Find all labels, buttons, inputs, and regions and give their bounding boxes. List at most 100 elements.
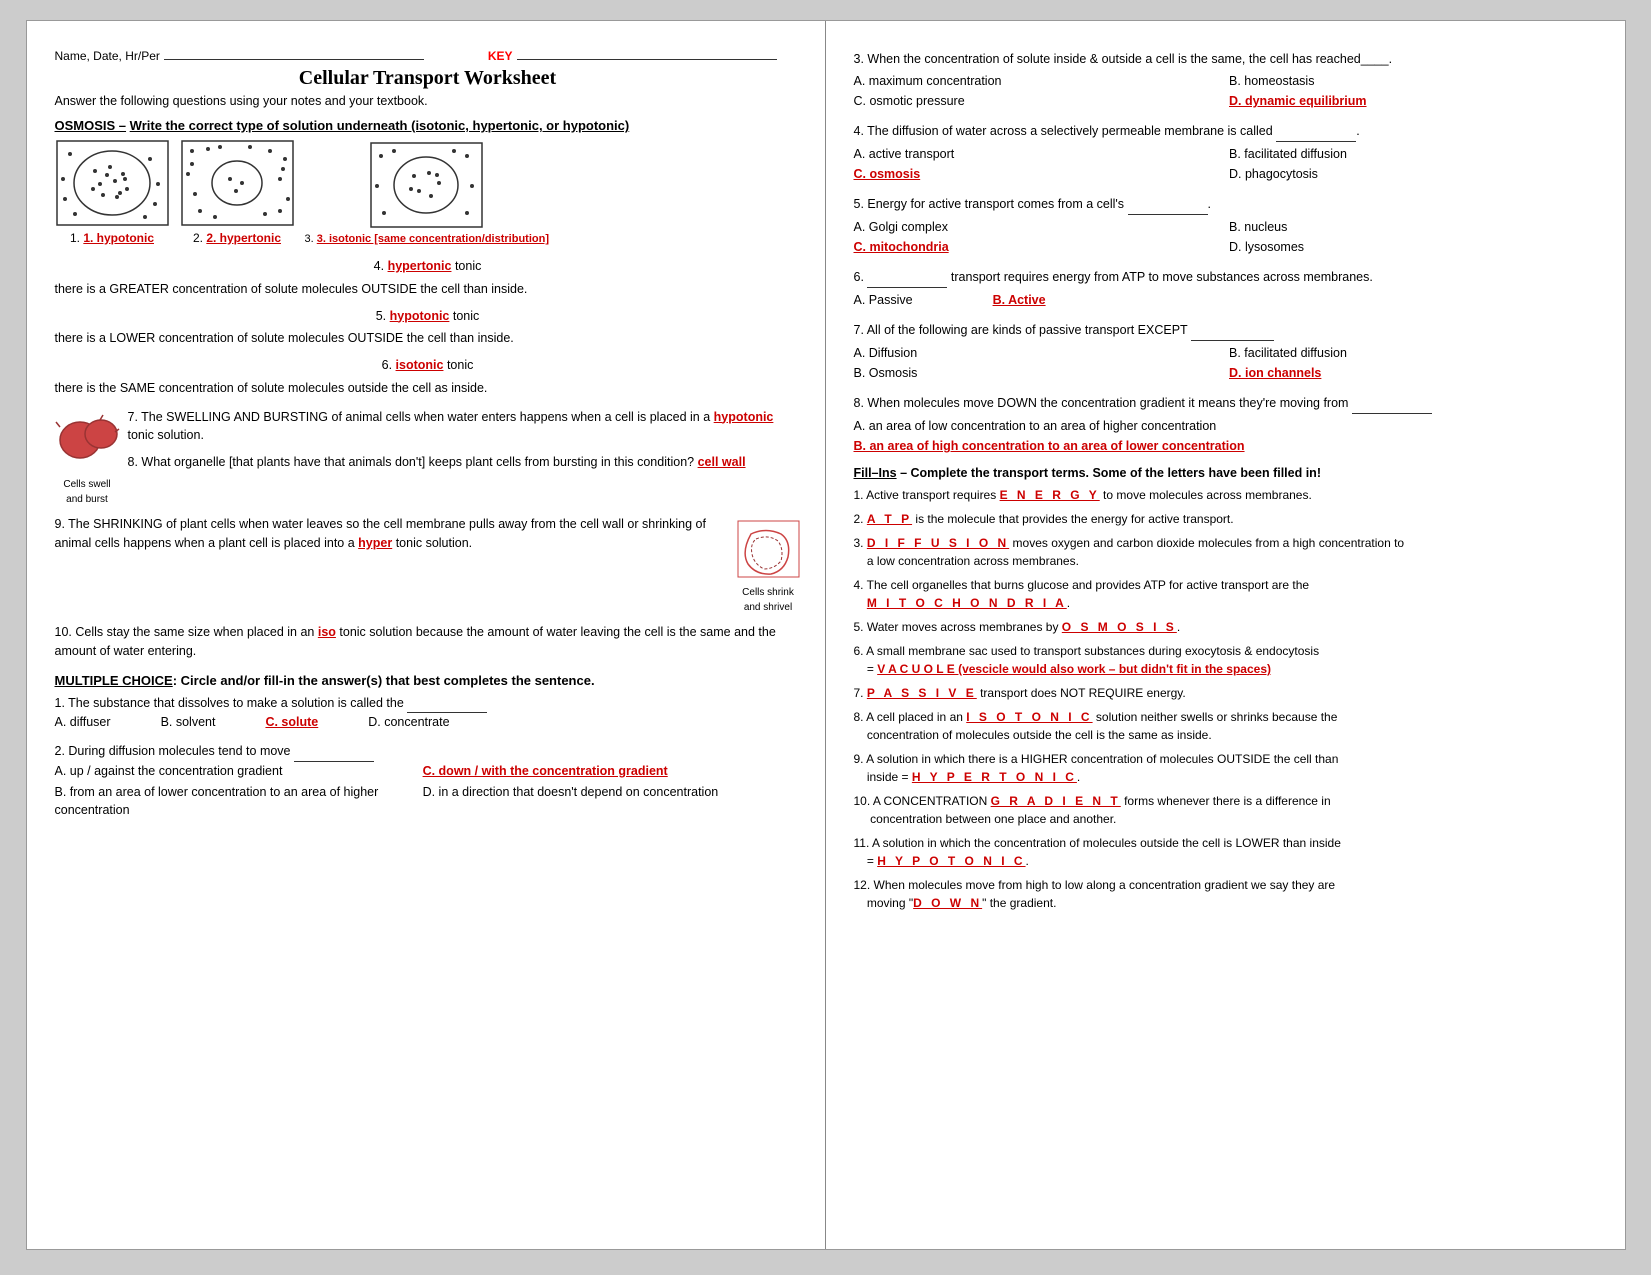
mc1-c: C. solute [265, 713, 318, 732]
fill12: 12. When molecules move from high to low… [854, 876, 1601, 912]
q7-end: tonic solution. [128, 428, 204, 442]
cells-shrink-label: Cells shrinkand shrivel [736, 585, 801, 615]
key-label: KEY [488, 49, 513, 63]
rq4-b: B. facilitated diffusion [1229, 144, 1601, 164]
rq8-a: A. an area of low concentration to an ar… [854, 416, 1601, 436]
right-column: 3. When the concentration of solute insi… [826, 21, 1625, 1249]
fill-header: Fill–Ins – Complete the transport terms.… [854, 466, 1601, 480]
diagram-2: 2. 2. hypertonic [180, 139, 295, 245]
rq6-a: A. Passive [854, 290, 913, 310]
fill1: 1. Active transport requires E N E R G Y… [854, 486, 1601, 504]
fill2: 2. A T P is the molecule that provides t… [854, 510, 1601, 528]
q7-answer: hypotonic [714, 410, 774, 424]
rq5-a: A. Golgi complex [854, 217, 1226, 237]
subtitle: Answer the following questions using you… [55, 94, 801, 108]
mc1-d: D. concentrate [368, 713, 449, 732]
q5-detail: there is a LOWER concentration of solute… [55, 329, 801, 348]
diagram-3-label: 3. 3. isotonic [same concentration/distr… [305, 233, 549, 245]
rq4: 4. The diffusion of water across a selec… [854, 121, 1601, 184]
q9-end: tonic solution. [396, 536, 472, 550]
q9-block: Cells shrinkand shrivel 9. The SHRINKING… [55, 515, 801, 615]
q8-text: 8. What organelle [that plants have that… [55, 453, 801, 472]
mc-section: MULTIPLE CHOICE: Circle and/or fill-in t… [55, 673, 801, 821]
rq6-choices: A. Passive B. Active [854, 290, 1601, 310]
q7-text: 7. The SWELLING AND BURSTING of animal c… [55, 408, 801, 446]
fill6: 6. A small membrane sac used to transpor… [854, 642, 1601, 678]
mc2-choices: A. up / against the concentration gradie… [55, 762, 801, 820]
q9-answer: hyper [358, 536, 392, 550]
diagram-2-label: 2. 2. hypertonic [193, 231, 281, 245]
diagram-3: 3. 3. isotonic [same concentration/distr… [305, 141, 549, 245]
mc1-question: 1. The substance that dissolves to make … [55, 694, 801, 714]
rq5: 5. Energy for active transport comes fro… [854, 194, 1601, 257]
q9-text: 9. The SHRINKING of plant cells when wat… [55, 515, 801, 553]
name-line: Name, Date, Hr/Per KEY [55, 49, 801, 63]
osmosis-instruction: Write the correct type of solution under… [130, 118, 630, 133]
worksheet-page: Name, Date, Hr/Per KEY Cellular Transpor… [26, 20, 1626, 1250]
mc1-a: A. diffuser [55, 713, 111, 732]
rq4-c: C. osmosis [854, 164, 1226, 184]
rq6-b: B. Active [993, 290, 1046, 310]
q6-detail: there is the SAME concentration of solut… [55, 379, 801, 398]
mc-header: MULTIPLE CHOICE: Circle and/or fill-in t… [55, 673, 801, 688]
rq3-a: A. maximum concentration [854, 71, 1226, 91]
name-label: Name, Date, Hr/Per [55, 49, 160, 63]
cells-shrink-image: Cells shrinkand shrivel [736, 519, 801, 615]
q4-rest: tonic [455, 259, 481, 273]
cells-shrink-svg [736, 519, 801, 579]
q8-answer: cell wall [698, 455, 746, 469]
page-title: Cellular Transport Worksheet [55, 67, 801, 90]
mc2-c: C. down / with the concentration gradien… [423, 762, 781, 781]
rq5-b: B. nucleus [1229, 217, 1601, 237]
name-underline [164, 59, 424, 60]
mc2-left-col: A. up / against the concentration gradie… [55, 762, 413, 820]
q6-answer: isotonic [396, 358, 444, 372]
rq7: 7. All of the following are kinds of pas… [854, 320, 1601, 383]
fill4: 4. The cell organelles that burns glucos… [854, 576, 1601, 612]
rq3-d: D. dynamic equilibrium [1229, 91, 1601, 111]
mc2-question: 2. During diffusion molecules tend to mo… [55, 742, 801, 762]
rq7-d: D. ion channels [1229, 363, 1601, 383]
mc2-right-col: C. down / with the concentration gradien… [423, 762, 781, 820]
rq7-c: B. Osmosis [854, 363, 1226, 383]
q4-text: 4. [374, 259, 384, 273]
rq6: 6. transport requires energy from ATP to… [854, 267, 1601, 310]
rq4-choices: A. active transport C. osmosis B. facili… [854, 144, 1601, 184]
fill-section: Fill–Ins – Complete the transport terms.… [854, 466, 1601, 912]
rq3-c: C. osmotic pressure [854, 91, 1226, 111]
mc2-a: A. up / against the concentration gradie… [55, 762, 413, 781]
diagram-2-svg [180, 139, 295, 227]
mc2-blank [294, 742, 374, 762]
diagram-1-label: 1. 1. hypotonic [70, 231, 154, 245]
mc2-b: B. from an area of lower concentration t… [55, 783, 413, 821]
fill5: 5. Water moves across membranes by O S M… [854, 618, 1601, 636]
mc1-b: B. solvent [161, 713, 216, 732]
osmosis-header: OSMOSIS – Write the correct type of solu… [55, 118, 801, 133]
left-column: Name, Date, Hr/Per KEY Cellular Transpor… [27, 21, 826, 1249]
rq4-a: A. active transport [854, 144, 1226, 164]
cells-swell-label: Cells swelland burst [55, 477, 120, 507]
mc1: 1. The substance that dissolves to make … [55, 694, 801, 733]
diagram-1-svg [55, 139, 170, 227]
fill11: 11. A solution in which the concentratio… [854, 834, 1601, 870]
rq7-choices: A. Diffusion B. Osmosis B. facilitated d… [854, 343, 1601, 383]
rq4-d: D. phagocytosis [1229, 164, 1601, 184]
cells-swell-svg [55, 412, 120, 472]
rq3: 3. When the concentration of solute insi… [854, 49, 1601, 111]
mc2-d: D. in a direction that doesn't depend on… [423, 783, 781, 802]
mc1-blank [407, 694, 487, 714]
q4-answer: hypertonic [388, 259, 452, 273]
diagram-1: 1. 1. hypotonic [55, 139, 170, 245]
q5-text: 5. [376, 309, 386, 323]
name-underline2 [517, 59, 777, 60]
q5-answer: hypotonic [390, 309, 450, 323]
fill3: 3. D I F F U S I O N moves oxygen and ca… [854, 534, 1601, 570]
diagram-3-svg [369, 141, 484, 229]
q4: 4. hypertonic tonic [55, 257, 801, 276]
fill8: 8. A cell placed in an I S O T O N I C s… [854, 708, 1601, 744]
rq8-b: B. an area of high concentration to an a… [854, 436, 1601, 456]
rq5-c: C. mitochondria [854, 237, 1226, 257]
q6: 6. isotonic tonic [55, 356, 801, 375]
rq5-d: D. lysosomes [1229, 237, 1601, 257]
rq3-choices: A. maximum concentration C. osmotic pres… [854, 71, 1601, 111]
